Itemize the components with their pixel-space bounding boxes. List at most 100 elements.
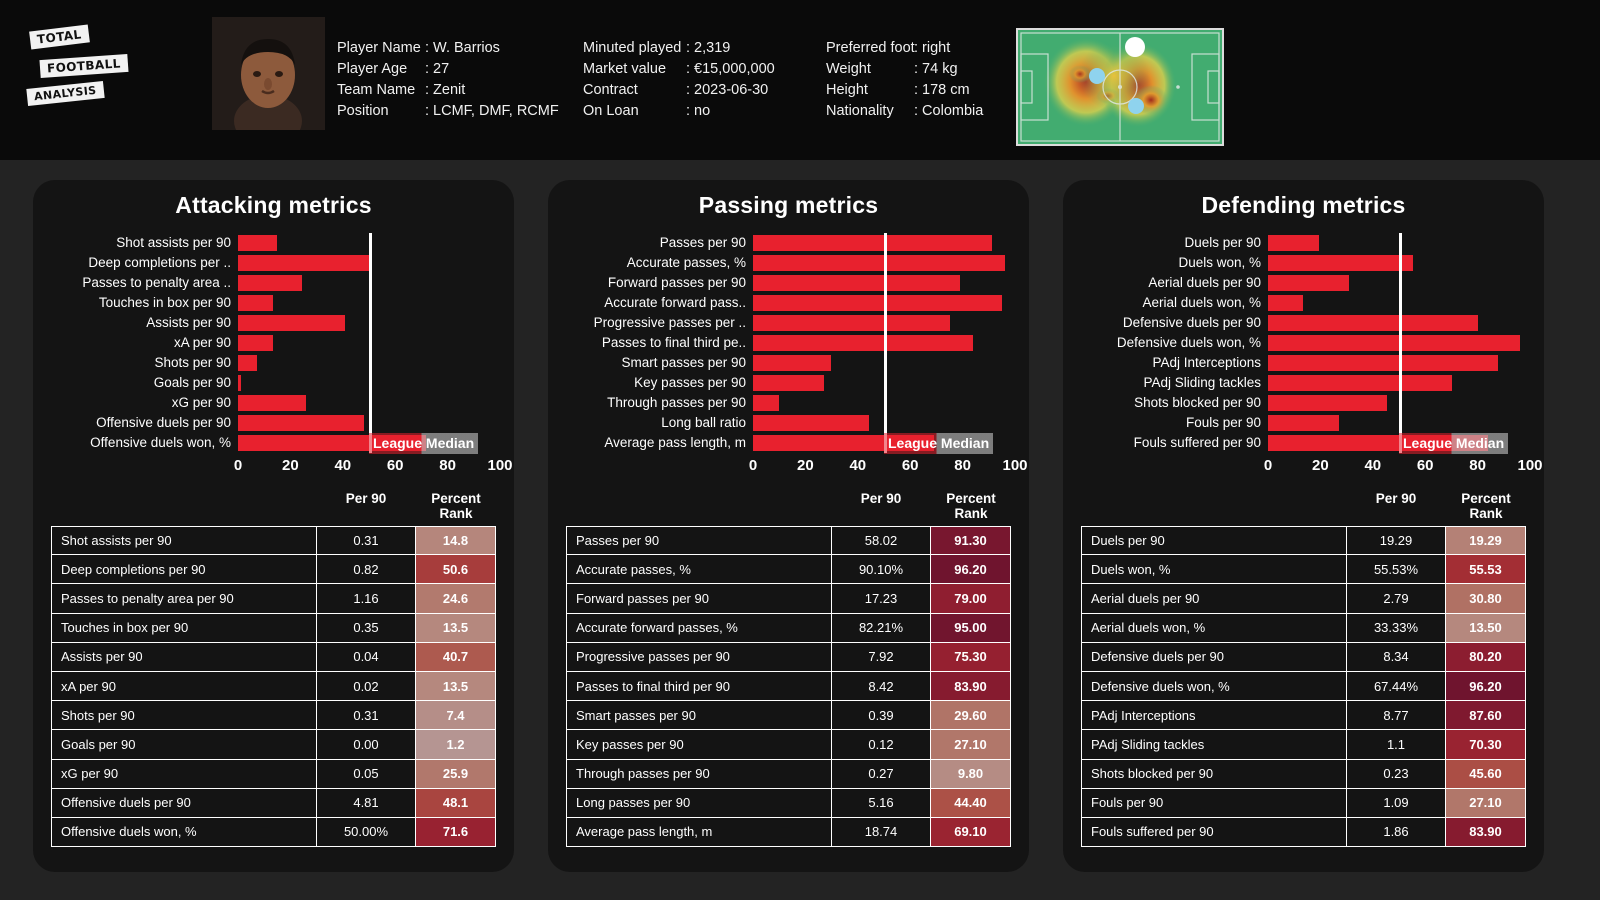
column-header-metric bbox=[566, 491, 831, 521]
bar-label: Passes to final third pe.. bbox=[601, 335, 746, 350]
league-median-line bbox=[369, 353, 372, 373]
cell-per90-value: 58.02 bbox=[831, 526, 931, 556]
bar-label: Shot assists per 90 bbox=[116, 235, 231, 250]
bar-label: Aerial duels won, % bbox=[1142, 295, 1261, 310]
total-football-analysis-logo: TOTAL FOOTBALL ANALYSIS bbox=[24, 24, 129, 118]
bar-fill bbox=[238, 235, 277, 251]
league-median-line bbox=[1399, 233, 1402, 253]
bar-track bbox=[238, 373, 500, 393]
bar-track bbox=[238, 353, 500, 373]
info-key: Height bbox=[826, 82, 868, 98]
cell-metric-name: PAdj Sliding tackles bbox=[1081, 730, 1346, 760]
column-header-per90: Per 90 bbox=[345, 491, 387, 506]
position-marker-tertiary bbox=[1128, 98, 1144, 114]
cell-metric-name: Offensive duels per 90 bbox=[51, 788, 316, 818]
cell-per90-value: 17.23 bbox=[831, 584, 931, 614]
table-row: Aerial duels won, % 33.33% 13.50 bbox=[1081, 613, 1526, 643]
info-row: Market value: €15,000,000 bbox=[583, 59, 775, 80]
bar-label: Goals per 90 bbox=[153, 375, 231, 390]
table-row: Passes per 90 58.02 91.30 bbox=[566, 526, 1011, 556]
cell-per90-value: 50.00% bbox=[316, 817, 416, 848]
bar-label: xA per 90 bbox=[173, 335, 231, 350]
table-row: xG per 90 0.05 25.9 bbox=[51, 759, 496, 789]
x-axis-tick: 40 bbox=[849, 457, 867, 474]
cell-per90-value: 2.79 bbox=[1346, 584, 1446, 614]
bar-row: Fouls per 90 bbox=[1063, 413, 1530, 433]
bar-label: Forward passes per 90 bbox=[607, 275, 746, 290]
bar-fill bbox=[753, 395, 779, 411]
x-axis-tick: 20 bbox=[797, 457, 814, 474]
column-header-per90: Per 90 bbox=[860, 491, 902, 506]
league-median-line bbox=[884, 393, 887, 413]
bar-fill bbox=[753, 335, 973, 351]
bar-row: Passes per 90 bbox=[548, 233, 1015, 253]
bar-row: Smart passes per 90 bbox=[548, 353, 1015, 373]
table-attacking: Per 90 Percent Rank Shot assists per 90 0… bbox=[33, 481, 514, 848]
cell-metric-name: Average pass length, m bbox=[566, 817, 831, 848]
cell-metric-name: xA per 90 bbox=[51, 671, 316, 702]
info-row: Player Name: W. Barrios bbox=[337, 38, 559, 59]
league-median-line bbox=[884, 333, 887, 353]
x-axis-tick: 100 bbox=[1517, 457, 1543, 474]
cell-percent-rank: 9.80 bbox=[931, 759, 1011, 789]
bar-label: Fouls suffered per 90 bbox=[1133, 435, 1261, 450]
info-value: : Colombia bbox=[914, 103, 984, 119]
info-value: : 2023-06-30 bbox=[686, 82, 769, 98]
bar-fill bbox=[1268, 335, 1521, 351]
bar-fill bbox=[753, 235, 993, 251]
bar-row: Forward passes per 90 bbox=[548, 273, 1015, 293]
table-row: Passes to penalty area per 90 1.16 24.6 bbox=[51, 584, 496, 614]
cell-per90-value: 0.35 bbox=[316, 613, 416, 643]
league-median-label: League Median bbox=[884, 433, 994, 454]
cell-percent-rank: 25.9 bbox=[416, 759, 496, 789]
table-row: xA per 90 0.02 13.5 bbox=[51, 671, 496, 702]
bar-label: Accurate forward pass.. bbox=[604, 295, 746, 310]
bar-label: Defensive duels per 90 bbox=[1122, 315, 1261, 330]
bar-fill bbox=[238, 255, 371, 271]
x-axis-tick: 40 bbox=[1364, 457, 1382, 474]
x-axis-tick: 60 bbox=[386, 457, 404, 474]
table-row: Defensive duels per 90 8.34 80.20 bbox=[1081, 642, 1526, 672]
bar-row: Duels won, % bbox=[1063, 253, 1530, 273]
table-row: Accurate passes, % 90.10% 96.20 bbox=[566, 555, 1011, 585]
bar-track bbox=[753, 293, 1015, 313]
table-row: Long passes per 90 5.16 44.40 bbox=[566, 788, 1011, 818]
bar-fill bbox=[1268, 415, 1339, 431]
cell-per90-value: 67.44% bbox=[1346, 671, 1446, 702]
cell-percent-rank: 27.10 bbox=[1446, 788, 1526, 818]
info-row: Position: LCMF, DMF, RCMF bbox=[337, 101, 559, 122]
bar-fill bbox=[1268, 275, 1349, 291]
table-row: Accurate forward passes, % 82.21% 95.00 bbox=[566, 613, 1011, 643]
bar-track bbox=[238, 413, 500, 433]
bar-fill bbox=[238, 375, 242, 391]
table-row: Offensive duels per 90 4.81 48.1 bbox=[51, 788, 496, 818]
player-position-heatmap bbox=[1016, 28, 1224, 146]
cell-per90-value: 0.23 bbox=[1346, 759, 1446, 789]
league-median-line bbox=[369, 413, 372, 433]
league-median-label: League Median bbox=[369, 433, 479, 454]
cell-metric-name: Shot assists per 90 bbox=[51, 526, 316, 556]
column-header-metric bbox=[1081, 491, 1346, 521]
cell-percent-rank: 75.30 bbox=[931, 642, 1011, 672]
info-row: Player Age: 27 bbox=[337, 59, 559, 80]
bar-fill bbox=[1268, 235, 1319, 251]
cell-metric-name: Passes to penalty area per 90 bbox=[51, 584, 316, 614]
table-row: PAdj Sliding tackles 1.1 70.30 bbox=[1081, 730, 1526, 760]
cell-metric-name: Key passes per 90 bbox=[566, 730, 831, 760]
cell-per90-value: 90.10% bbox=[831, 555, 931, 585]
cell-metric-name: xG per 90 bbox=[51, 759, 316, 789]
panel-attacking-metrics: Attacking metrics Shot assists per 90 Dee… bbox=[33, 180, 514, 872]
cell-metric-name: Fouls per 90 bbox=[1081, 788, 1346, 818]
bar-label: Offensive duels won, % bbox=[90, 435, 231, 450]
table-row: Duels won, % 55.53% 55.53 bbox=[1081, 555, 1526, 585]
cell-per90-value: 1.09 bbox=[1346, 788, 1446, 818]
cell-per90-value: 8.77 bbox=[1346, 701, 1446, 731]
x-axis-tick: 0 bbox=[233, 457, 243, 474]
cell-per90-value: 82.21% bbox=[831, 613, 931, 643]
cell-percent-rank: 79.00 bbox=[931, 584, 1011, 614]
table-body: Passes per 90 58.02 91.30 Accurate passes, … bbox=[566, 526, 1011, 848]
column-header-percent-rank: Percent Rank bbox=[1461, 491, 1511, 521]
x-axis-tick: 80 bbox=[439, 457, 456, 474]
table-row: Passes to final third per 90 8.42 83.90 bbox=[566, 671, 1011, 702]
cell-percent-rank: 95.00 bbox=[931, 613, 1011, 643]
